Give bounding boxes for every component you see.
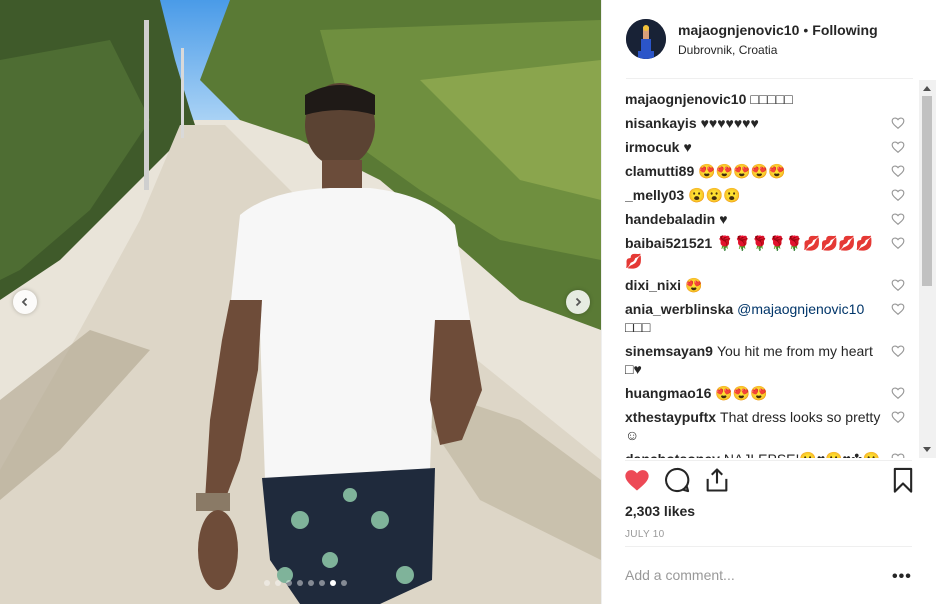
comment-item: baibai521521 🌹🌹🌹🌹🌹💋💋💋💋💋 — [625, 234, 917, 270]
avatar-image — [626, 19, 666, 59]
carousel-dot — [330, 580, 336, 586]
comment-username[interactable]: danchotsonev — [625, 451, 720, 458]
comment-text: 😍 — [685, 277, 703, 293]
comment-text: ♥ — [683, 139, 692, 155]
comment-item: handebaladin ♥ — [625, 210, 917, 228]
scroll-up-arrow-icon[interactable] — [923, 86, 931, 91]
comment-username[interactable]: huangmao16 — [625, 385, 711, 401]
input-divider — [625, 546, 912, 547]
comment-username[interactable]: nisankayis — [625, 115, 697, 131]
header-line: majaognjenovic10 • Following — [678, 22, 878, 38]
bookmark-icon — [893, 467, 913, 493]
heart-outline-icon[interactable] — [891, 410, 905, 424]
comment-username[interactable]: dixi_nixi — [625, 277, 681, 293]
comment-item: huangmao16 😍😍😍 — [625, 384, 917, 402]
heart-outline-icon[interactable] — [891, 140, 905, 154]
comment-username[interactable]: baibai521521 — [625, 235, 712, 251]
comment-button[interactable] — [663, 466, 691, 494]
share-icon — [706, 468, 728, 492]
comment-bubble-icon — [665, 467, 690, 493]
heart-outline-icon[interactable] — [891, 452, 905, 458]
comments-divider — [625, 460, 912, 461]
location-link[interactable]: Dubrovnik, Croatia — [678, 43, 777, 57]
heart-filled-icon — [625, 470, 649, 491]
chevron-left-icon — [21, 297, 28, 307]
header-separator: • — [803, 22, 809, 38]
comment-text: 😍😍😍 — [715, 385, 768, 401]
comment-item: xthestaypuftx That dress looks so pretty … — [625, 408, 917, 444]
heart-outline-icon[interactable] — [891, 116, 905, 130]
comment-username[interactable]: handebaladin — [625, 211, 715, 227]
heart-outline-icon[interactable] — [891, 278, 905, 292]
comment-item: _melly03 😮😮😮 — [625, 186, 917, 204]
comment-item: majaognjenovic10 □□□□□ — [625, 90, 917, 108]
comment-username[interactable]: irmocuk — [625, 139, 679, 155]
previous-photo-button[interactable] — [13, 290, 37, 314]
scroll-thumb[interactable] — [922, 96, 932, 286]
carousel-dot — [341, 580, 347, 586]
comment-text: 😍😍😍😍😍 — [698, 163, 786, 179]
post-date: JULY 10 — [625, 529, 665, 540]
action-bar — [623, 466, 917, 498]
comment-username[interactable]: sinemsayan9 — [625, 343, 713, 359]
next-photo-button[interactable] — [566, 290, 590, 314]
heart-outline-icon[interactable] — [891, 164, 905, 178]
photo-scene — [0, 0, 601, 604]
carousel-indicator — [264, 580, 347, 586]
heart-outline-icon[interactable] — [891, 188, 905, 202]
more-options-button[interactable]: ••• — [892, 568, 912, 586]
comment-item: clamutti89 😍😍😍😍😍 — [625, 162, 917, 180]
comment-text: □□□□□ — [750, 91, 793, 107]
comment-username[interactable]: ania_werblinska — [625, 301, 733, 317]
comment-username[interactable]: xthestaypuftx — [625, 409, 716, 425]
comment-item: dixi_nixi 😍 — [625, 276, 917, 294]
comments-scrollbar[interactable] — [919, 80, 936, 458]
carousel-dot — [319, 580, 325, 586]
comment-text: ♥ — [719, 211, 728, 227]
heart-outline-icon[interactable] — [891, 386, 905, 400]
comment-text: 😮😮😮 — [688, 187, 741, 203]
heart-outline-icon[interactable] — [891, 212, 905, 226]
header-divider — [626, 78, 913, 79]
scroll-down-arrow-icon[interactable] — [923, 447, 931, 452]
comment-item: nisankayis ♥♥♥♥♥♥♥ — [625, 114, 917, 132]
comment-item: irmocuk ♥ — [625, 138, 917, 156]
comment-username[interactable]: majaognjenovic10 — [625, 91, 746, 107]
likes-count[interactable]: 2,303 likes — [625, 503, 695, 519]
share-button[interactable] — [703, 466, 731, 494]
comment-item: sinemsayan9 You hit me from my heart □♥ — [625, 342, 917, 378]
post-header: majaognjenovic10 • Following Dubrovnik, Cr… — [626, 18, 916, 60]
carousel-dot — [275, 580, 281, 586]
comment-mention[interactable]: @majaognjenovic10 — [737, 301, 864, 317]
chevron-right-icon — [575, 297, 582, 307]
carousel-dot — [308, 580, 314, 586]
comment-item: danchotsonevNAJLEPSE!😮♥😮♥✤😮 ♥♥♥♥♥😮♥♥ — [625, 450, 917, 458]
comment-text: ♥♥♥♥♥♥♥ — [700, 115, 759, 131]
add-comment-input[interactable]: Add a comment... — [625, 567, 735, 583]
comment-text: □□□ — [625, 319, 651, 335]
comment-item: ania_werblinska @majaognjenovic10 □□□ — [625, 300, 917, 336]
avatar[interactable] — [626, 19, 666, 59]
carousel-dot — [264, 580, 270, 586]
heart-outline-icon[interactable] — [891, 236, 905, 250]
save-button[interactable] — [889, 466, 917, 494]
carousel-dot — [297, 580, 303, 586]
comment-username[interactable]: clamutti89 — [625, 163, 694, 179]
post-photo[interactable] — [0, 0, 601, 604]
heart-outline-icon[interactable] — [891, 344, 905, 358]
username-link[interactable]: majaognjenovic10 — [678, 22, 799, 38]
comment-username[interactable]: _melly03 — [625, 187, 684, 203]
following-button[interactable]: Following — [812, 22, 877, 38]
like-button[interactable] — [623, 466, 651, 494]
heart-outline-icon[interactable] — [891, 302, 905, 316]
carousel-dot — [286, 580, 292, 586]
comments-list[interactable]: majaognjenovic10 □□□□□ nisankayis ♥♥♥♥♥♥♥ ir… — [625, 90, 917, 458]
